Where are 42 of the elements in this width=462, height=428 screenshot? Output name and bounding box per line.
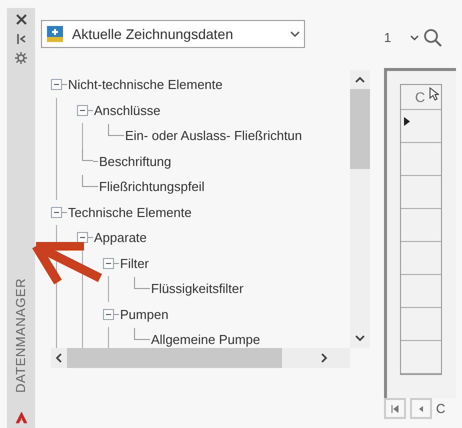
collapse-toggle[interactable] (77, 232, 88, 244)
horizontal-scrollbar-thumb[interactable] (67, 348, 282, 368)
collapse-toggle[interactable] (103, 308, 114, 320)
tree-item[interactable]: Apparate (93, 228, 148, 248)
vertical-scrollbar-thumb[interactable] (350, 89, 370, 169)
auto-hide-icon[interactable] (16, 34, 26, 44)
previous-record-button[interactable] (410, 398, 432, 419)
close-icon[interactable] (16, 14, 26, 25)
tree-item[interactable]: Filter (119, 254, 150, 273)
tree-item[interactable]: Fließrichtungspfeil (98, 177, 206, 196)
mouse-cursor-icon (429, 87, 439, 101)
tree-item[interactable]: Ein- oder Auslass- Fließrichtun (124, 126, 304, 146)
chevron-down-icon (290, 30, 300, 38)
scroll-down-icon[interactable] (355, 335, 365, 342)
scroll-up-icon[interactable] (355, 76, 365, 83)
palette-title: DATENMANAGER (12, 278, 30, 393)
previous-record-icon (418, 404, 424, 412)
logo-icon (14, 411, 28, 424)
collapse-toggle[interactable] (51, 79, 62, 90)
column-header[interactable]: C (415, 86, 426, 108)
tree-item[interactable]: Nicht-technische Elemente (67, 75, 224, 94)
tree-item[interactable]: Flüssigkeitsfilter (150, 279, 244, 298)
tree-item[interactable]: Beschriftung (98, 152, 172, 171)
record-selector[interactable]: 1 (384, 28, 410, 48)
record-counter: C (436, 400, 446, 418)
collapse-toggle[interactable] (51, 206, 62, 218)
first-record-icon (391, 404, 399, 412)
tree-item[interactable]: Allgemeine Pumpe (150, 330, 262, 348)
tree-item[interactable]: Technische Elemente (67, 202, 193, 222)
tree-item[interactable]: Pumpen (119, 304, 170, 324)
scroll-left-icon[interactable] (55, 353, 63, 363)
collapse-toggle[interactable] (103, 258, 114, 269)
scroll-right-icon[interactable] (320, 353, 328, 363)
chevron-down-icon[interactable] (410, 35, 419, 41)
search-icon[interactable] (423, 28, 443, 48)
current-row-icon (404, 117, 410, 126)
first-record-button[interactable] (384, 398, 406, 419)
settings-icon[interactable] (15, 52, 27, 64)
drawing-document-icon (46, 25, 64, 43)
view-dropdown[interactable]: Aktuelle Zeichnungsdaten (41, 20, 305, 48)
tree-item[interactable]: Anschlüsse (93, 100, 162, 120)
collapse-toggle[interactable] (77, 104, 88, 116)
